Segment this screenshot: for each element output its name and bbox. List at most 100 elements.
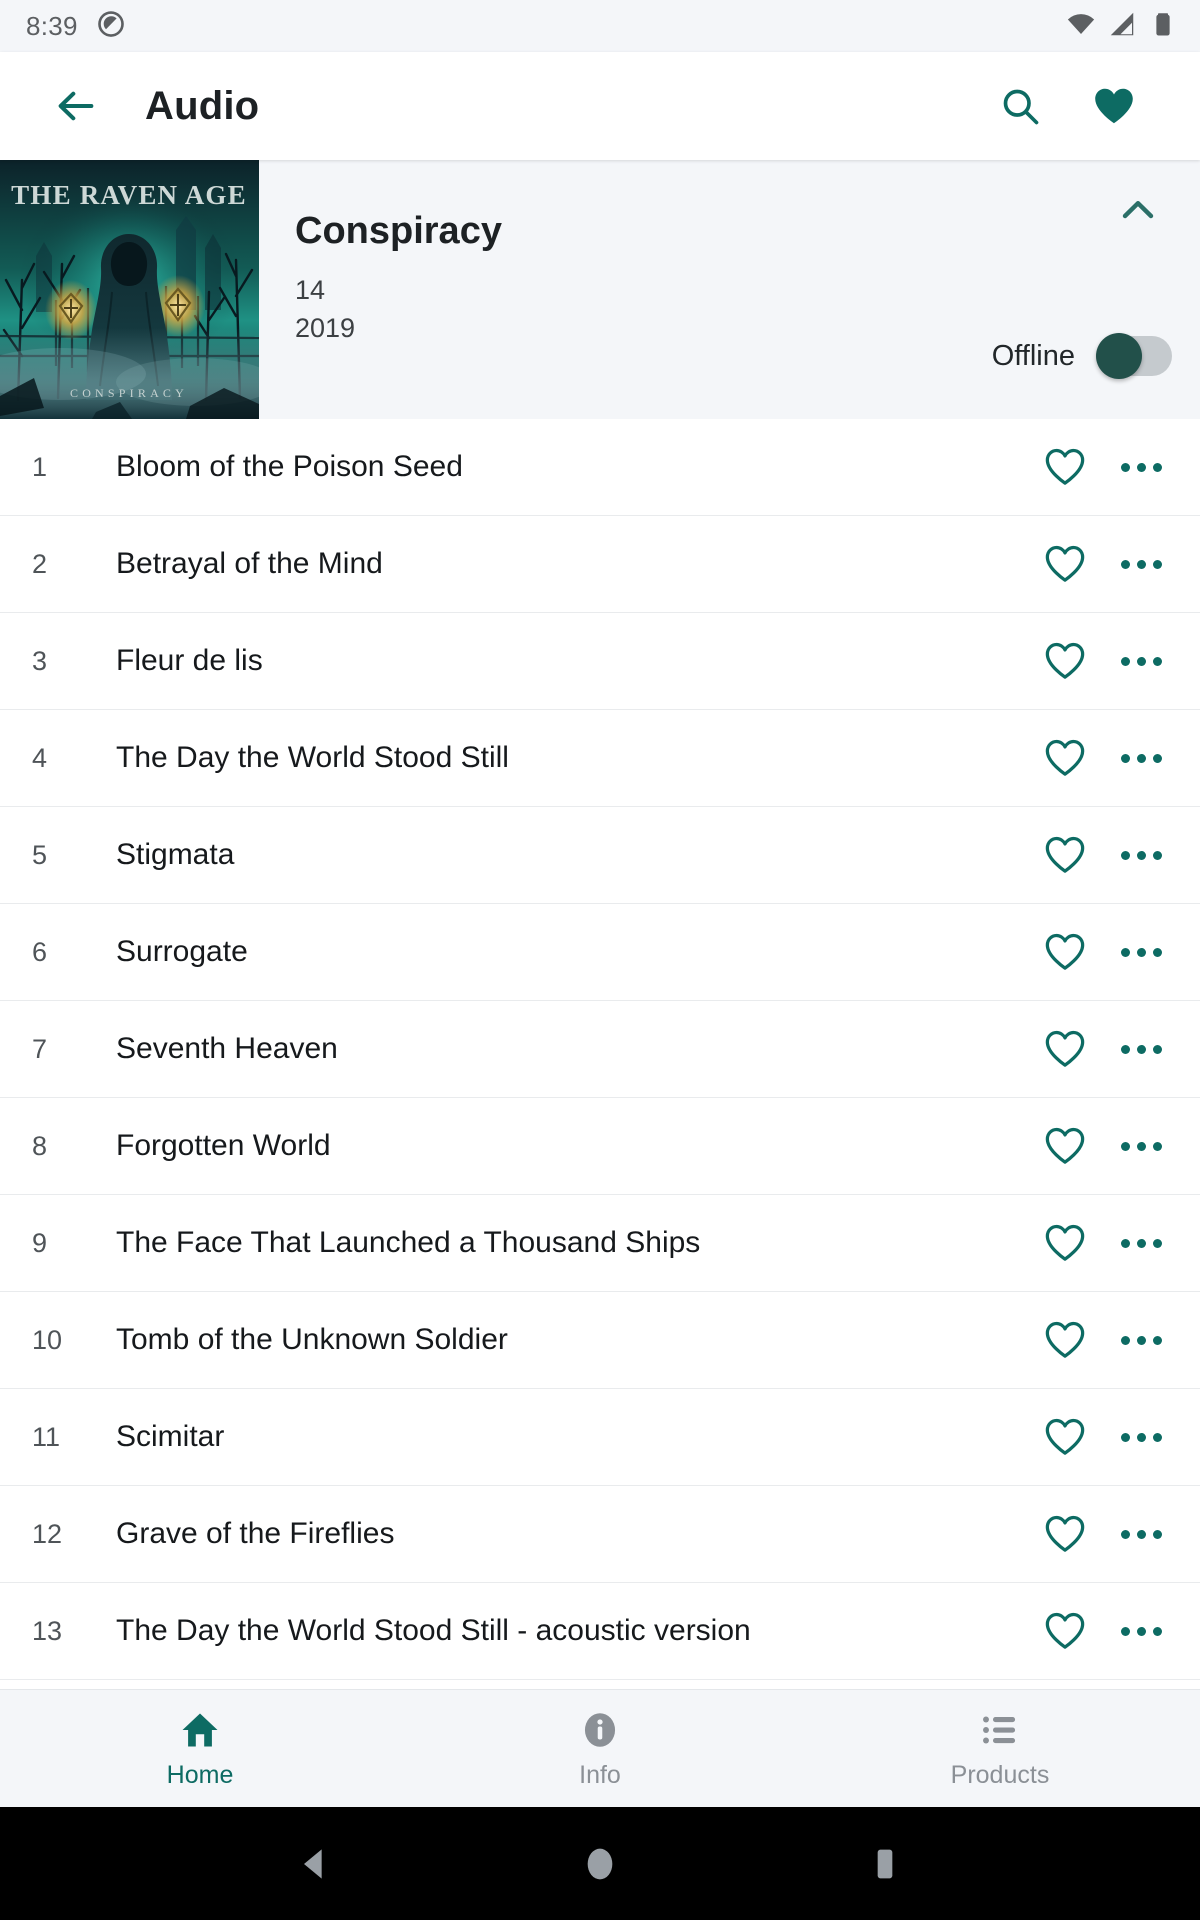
system-recents-icon: [877, 1849, 893, 1878]
system-navigation-bar: [0, 1807, 1200, 1920]
track-title: The Face That Launched a Thousand Ships: [116, 1226, 701, 1259]
track-overflow-button[interactable]: [1112, 1117, 1170, 1175]
track-row[interactable]: 13 The Day the World Stood Still - acoust…: [0, 1583, 1200, 1680]
track-favorite-button[interactable]: [1036, 1214, 1094, 1272]
track-row[interactable]: 3 Fleur de lis: [0, 613, 1200, 710]
track-favorite-button[interactable]: [1036, 826, 1094, 884]
track-overflow-button[interactable]: [1112, 1505, 1170, 1563]
track-overflow-button[interactable]: [1112, 729, 1170, 787]
heart-outline-icon: [1045, 642, 1085, 679]
status-bar: 8:39: [0, 0, 1200, 52]
wifi-icon: [1066, 9, 1096, 44]
track-row[interactable]: 5 Stigmata: [0, 807, 1200, 904]
track-favorite-button[interactable]: [1036, 729, 1094, 787]
track-row[interactable]: 11 Scimitar: [0, 1389, 1200, 1486]
track-favorite-button[interactable]: [1036, 1602, 1094, 1660]
track-row-actions: [1036, 1117, 1170, 1175]
track-row-actions: [1036, 1311, 1170, 1369]
track-row[interactable]: 6 Surrogate: [0, 904, 1200, 1001]
back-arrow-icon: [58, 91, 94, 121]
heart-outline-icon: [1045, 448, 1085, 485]
track-row[interactable]: 10 Tomb of the Unknown Soldier: [0, 1292, 1200, 1389]
offline-control: Offline: [992, 333, 1172, 379]
bottom-navigation: Home Info Products: [0, 1689, 1200, 1807]
album-art-band-text: THE RAVEN AGE: [11, 180, 247, 210]
track-row[interactable]: 9 The Face That Launched a Thousand Ships: [0, 1195, 1200, 1292]
track-overflow-button[interactable]: [1112, 632, 1170, 690]
nav-item-home[interactable]: Home: [0, 1690, 400, 1807]
track-favorite-button[interactable]: [1036, 923, 1094, 981]
track-title: Seventh Heaven: [116, 1032, 338, 1065]
track-row[interactable]: 4 The Day the World Stood Still: [0, 710, 1200, 807]
track-overflow-button[interactable]: [1112, 1214, 1170, 1272]
more-options-icon: [1113, 947, 1170, 957]
track-overflow-button[interactable]: [1112, 535, 1170, 593]
track-number: 12: [32, 1518, 63, 1549]
album-cover-artwork: THE RAVEN AGE CONSPIRACY: [0, 160, 259, 419]
track-overflow-button[interactable]: [1112, 1020, 1170, 1078]
track-favorite-button[interactable]: [1036, 632, 1094, 690]
track-row-actions: [1036, 1505, 1170, 1563]
system-home-button[interactable]: [580, 1844, 620, 1884]
track-favorite-button[interactable]: [1036, 535, 1094, 593]
heart-outline-icon: [1045, 739, 1085, 776]
track-overflow-button[interactable]: [1112, 1602, 1170, 1660]
list-icon: [979, 1707, 1021, 1753]
favorites-button[interactable]: [1088, 80, 1140, 132]
track-title: Scimitar: [116, 1420, 225, 1453]
cellular-signal-icon: [1107, 9, 1137, 44]
more-options-icon: [1113, 1626, 1170, 1636]
track-overflow-button[interactable]: [1112, 826, 1170, 884]
track-overflow-button[interactable]: [1112, 438, 1170, 496]
track-favorite-button[interactable]: [1036, 1020, 1094, 1078]
offline-toggle-thumb: [1096, 333, 1142, 379]
collapse-header-button[interactable]: [1106, 178, 1170, 242]
nav-item-info[interactable]: Info: [400, 1690, 800, 1807]
more-options-icon: [1113, 850, 1170, 860]
nav-label-products: Products: [950, 1761, 1050, 1789]
track-row[interactable]: 12 Grave of the Fireflies: [0, 1486, 1200, 1583]
nav-item-products[interactable]: Products: [800, 1690, 1200, 1807]
track-favorite-button[interactable]: [1036, 438, 1094, 496]
track-row[interactable]: 2 Betrayal of the Mind: [0, 516, 1200, 613]
track-favorite-button[interactable]: [1036, 1117, 1094, 1175]
system-back-button[interactable]: [295, 1844, 335, 1884]
track-row[interactable]: 7 Seventh Heaven: [0, 1001, 1200, 1098]
home-icon: [179, 1707, 221, 1753]
track-overflow-button[interactable]: [1112, 1408, 1170, 1466]
heart-outline-icon: [1045, 1612, 1085, 1649]
more-options-icon: [1113, 1238, 1170, 1248]
album-art[interactable]: THE RAVEN AGE CONSPIRACY: [0, 160, 259, 419]
search-button[interactable]: [994, 80, 1046, 132]
system-home-icon: [587, 1848, 613, 1879]
track-title: The Day the World Stood Still: [116, 741, 509, 774]
track-number: 3: [32, 645, 48, 676]
track-favorite-button[interactable]: [1036, 1505, 1094, 1563]
track-row-actions: [1036, 1602, 1170, 1660]
track-number: 11: [32, 1421, 61, 1452]
track-favorite-button[interactable]: [1036, 1311, 1094, 1369]
heart-outline-icon: [1045, 1418, 1085, 1455]
more-options-icon: [1113, 1335, 1170, 1345]
track-row-actions: [1036, 826, 1170, 884]
track-title: Surrogate: [116, 935, 248, 968]
track-favorite-button[interactable]: [1036, 1408, 1094, 1466]
track-row[interactable]: 1 Bloom of the Poison Seed: [0, 419, 1200, 516]
heart-outline-icon: [1045, 836, 1085, 873]
track-overflow-button[interactable]: [1112, 1311, 1170, 1369]
back-button[interactable]: [44, 74, 108, 138]
track-title: Fleur de lis: [116, 644, 263, 677]
offline-toggle[interactable]: [1096, 333, 1172, 379]
heart-outline-icon: [1045, 545, 1085, 582]
album-header: THE RAVEN AGE CONSPIRACY Conspiracy 14 2…: [0, 160, 1200, 419]
track-overflow-button[interactable]: [1112, 923, 1170, 981]
album-info: Conspiracy 14 2019: [259, 160, 1200, 419]
nav-label-info: Info: [579, 1761, 621, 1789]
track-row-actions: [1036, 1020, 1170, 1078]
track-row-actions: [1036, 923, 1170, 981]
system-recents-button[interactable]: [865, 1844, 905, 1884]
track-list[interactable]: 1 Bloom of the Poison Seed 2 Betrayal of th…: [0, 419, 1200, 1689]
heart-outline-icon: [1045, 1321, 1085, 1358]
track-row[interactable]: 8 Forgotten World: [0, 1098, 1200, 1195]
album-track-count: 14: [295, 275, 326, 305]
